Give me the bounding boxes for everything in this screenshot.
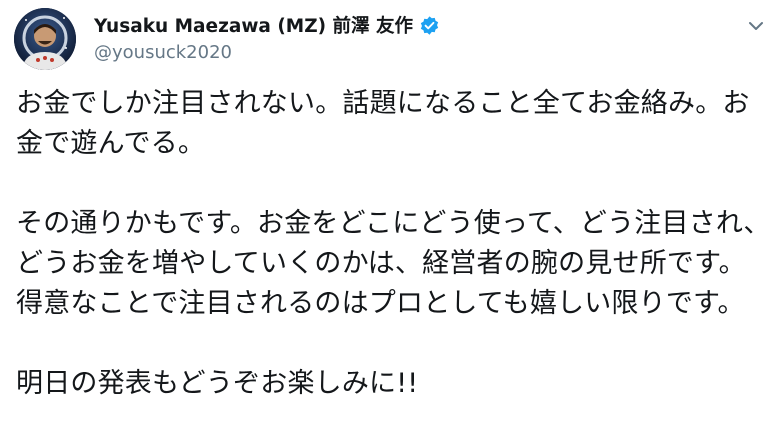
tweet-line: 明日の発表もどうぞお楽しみに!!: [16, 368, 419, 399]
author-handle[interactable]: @yousuck2020: [94, 42, 232, 63]
author-name-row[interactable]: Yusaku Maezawa (MZ) 前澤 友作: [94, 10, 440, 40]
astronaut-avatar[interactable]: [14, 8, 76, 70]
verified-badge-icon: [419, 15, 440, 36]
tweet-line: 得意なことで注目されるのはプロとしても嬉しい限りです。: [16, 288, 745, 319]
tweet-line: お金でしか注目されない。話題になること全てお金絡み。お: [16, 88, 750, 119]
tweet-line: その通りかもです。お金をどこにどう使って、どう注目され、: [16, 208, 771, 239]
tweet-card: Yusaku Maezawa (MZ) 前澤 友作 @yousuck2020 お…: [0, 0, 778, 430]
tweet-line: どうお金を増やしていくのかは、経営者の腕の見せ所です。: [16, 248, 746, 279]
tweet-line: 金で遊んでる。: [16, 128, 206, 159]
tweet-text: お金でしか注目されない。話題になること全てお金絡み。お 金で遊んでる。 その通り…: [16, 84, 776, 404]
author-display-name[interactable]: Yusaku Maezawa (MZ) 前澤 友作: [94, 12, 413, 38]
chevron-down-icon[interactable]: [746, 16, 766, 36]
